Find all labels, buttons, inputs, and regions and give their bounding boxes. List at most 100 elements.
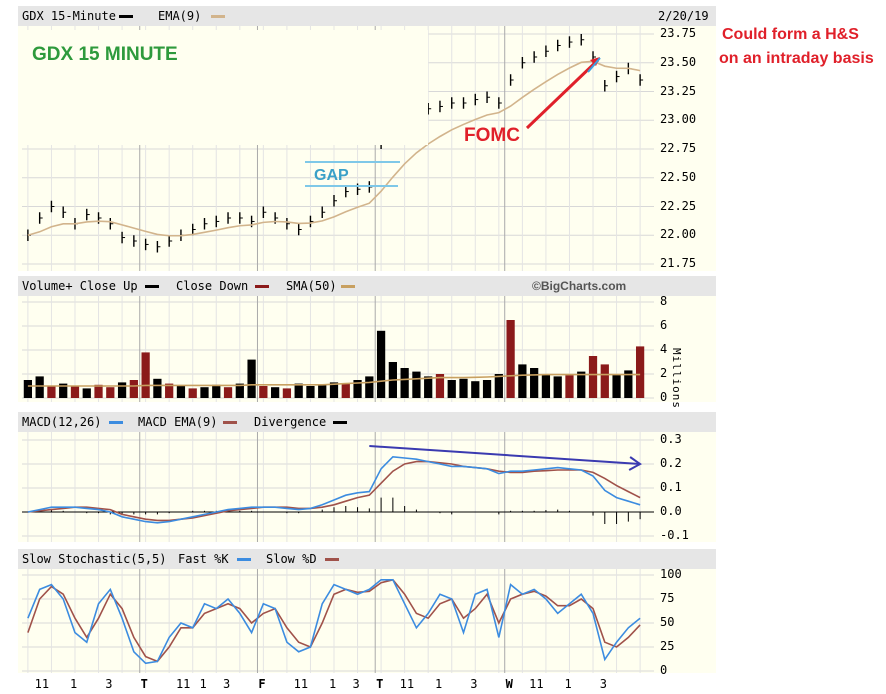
slow-d-swatch [322, 549, 339, 569]
ema-swatch [208, 6, 225, 26]
volume-bar [424, 376, 433, 398]
volume-close-up-label: Volume+ Close Up [22, 279, 138, 293]
y-tick-label: 25 [660, 639, 675, 653]
y-tick-label: 22.75 [660, 141, 697, 155]
volume-bar [294, 383, 303, 398]
volume-bar [106, 387, 115, 398]
volume-bar [376, 330, 386, 398]
volume-bar [188, 388, 197, 398]
volume-bar [176, 386, 186, 398]
y-tick-label: 0.2 [660, 456, 682, 470]
volume-chart [22, 296, 654, 402]
volume-bar [400, 368, 409, 398]
volume-bar [530, 368, 539, 398]
close-down-label: Close Down [176, 279, 249, 293]
close-down-swatch [252, 276, 269, 296]
volume-bar [82, 388, 91, 398]
volume-bar [141, 352, 150, 398]
volume-bar [459, 378, 468, 398]
y-tick-label: 21.75 [660, 256, 697, 270]
volume-bar [541, 374, 551, 398]
volume-bar [23, 380, 33, 398]
x-tick-label: 1 [69, 677, 78, 691]
volume-bar [153, 378, 162, 398]
x-tick-label: 1 [199, 677, 207, 691]
hs-note-line2: on an intraday basis [719, 50, 874, 67]
chart-date: 2/20/19 [658, 9, 709, 23]
x-tick-label: 11 [399, 677, 415, 691]
x-tick-label: 1 [329, 677, 337, 691]
y-tick-label: 23.75 [660, 26, 697, 40]
volume-bar [200, 387, 209, 398]
volume-panel-header: Volume+ Close Up Close Down SMA(50) ©Big… [18, 276, 716, 296]
y-tick-label: 50 [660, 615, 675, 629]
volume-bar [506, 320, 515, 398]
x-tick-label: 1 [434, 677, 443, 691]
stoch-label: Slow Stochastic(5,5) [22, 552, 167, 566]
y-tick-label: 0 [660, 390, 668, 404]
stoch-panel [18, 569, 716, 673]
volume-unit-label: Millions [670, 348, 683, 409]
y-tick-label: 4 [660, 342, 668, 356]
volume-bar [635, 346, 645, 398]
volume-bar [282, 388, 292, 398]
y-tick-label: 0.3 [660, 432, 682, 446]
volume-bar [47, 386, 56, 398]
macd-panel-header: MACD(12,26) MACD EMA(9) Divergence [18, 412, 716, 432]
macd-ema-label: MACD EMA(9) [138, 415, 218, 429]
x-tick-label: F [258, 677, 266, 691]
y-tick-label: 0.1 [660, 480, 682, 494]
volume-bar [447, 380, 456, 398]
macd-label: MACD(12,26) [22, 415, 102, 429]
x-tick-label: 11 [293, 677, 309, 691]
hs-note-line1: Could form a H&S [722, 26, 859, 43]
volume-bar [600, 364, 609, 398]
volume-panel [18, 296, 716, 402]
y-tick-label: 23.00 [660, 112, 697, 127]
macd-chart [22, 432, 654, 542]
divergence-swatch [330, 412, 347, 432]
y-tick-label: 22.25 [660, 198, 697, 213]
x-tick-label: 3 [352, 677, 360, 691]
y-tick-label: 75 [660, 591, 675, 605]
x-tick-label: T [140, 677, 148, 691]
y-tick-label: 22.50 [660, 169, 697, 184]
volume-bar [306, 386, 315, 398]
volume-bar [247, 359, 256, 398]
fomc-label: FOMC [464, 125, 520, 146]
gap-label: GAP [314, 167, 349, 184]
volume-bar [318, 384, 327, 398]
volume-bar [412, 371, 421, 398]
volume-bar [212, 384, 221, 398]
x-tick-label: 3 [105, 677, 113, 691]
volume-bar [588, 356, 598, 398]
x-tick-label: 1 [564, 677, 572, 691]
macd-swatch [106, 412, 123, 432]
volume-bar [35, 376, 44, 398]
volume-bar [494, 374, 503, 398]
macd-ema-swatch [220, 412, 237, 432]
volume-bar [577, 371, 586, 398]
sma-label: SMA(50) [286, 279, 337, 293]
x-tick-label: 11 [529, 677, 544, 691]
price-panel-header: GDX 15-Minute EMA(9) 2/20/19 [18, 6, 716, 26]
volume-bar [482, 380, 492, 398]
y-tick-label: 2 [660, 366, 668, 380]
y-tick-label: 6 [660, 318, 668, 332]
bigcharts-watermark: ©BigCharts.com [532, 279, 627, 293]
y-tick-label: 23.25 [660, 83, 697, 98]
volume-bar [565, 375, 574, 398]
y-tick-label: 100 [660, 567, 682, 581]
volume-bar [471, 381, 480, 398]
chart-title: GDX 15 MINUTE [32, 44, 178, 65]
y-tick-label: 0 [660, 663, 668, 677]
volume-bar [612, 374, 621, 398]
y-tick-label: 0.0 [660, 504, 682, 518]
volume-bar [117, 382, 127, 398]
stoch-panel-header: Slow Stochastic(5,5) Fast %K Slow %D [18, 549, 716, 569]
fast-k-label: Fast %K [178, 552, 229, 566]
x-tick-label: 11 [34, 677, 50, 691]
x-tick-label: 3 [470, 677, 478, 691]
volume-bar [223, 387, 233, 398]
macd-panel [18, 432, 716, 542]
